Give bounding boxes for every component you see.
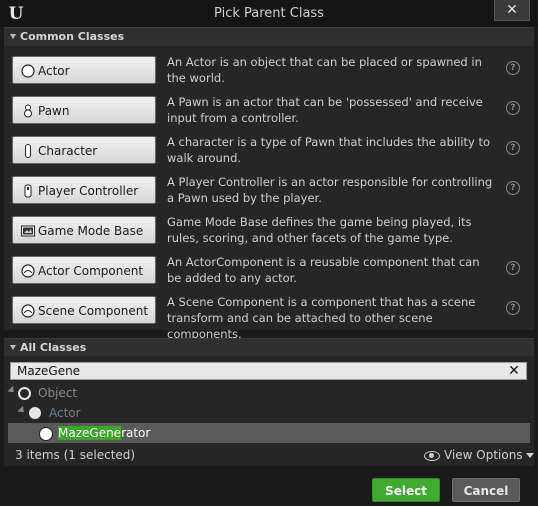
scene-component-button[interactable]: Scene Component <box>12 296 156 324</box>
scene-component-description: A Scene Component is a component that ha… <box>167 295 476 341</box>
help-icon[interactable]: ? <box>506 141 520 155</box>
help-icon[interactable]: ? <box>506 301 520 315</box>
pawn-button[interactable]: Pawn <box>12 96 156 124</box>
actor-component-button[interactable]: Actor Component <box>12 256 156 284</box>
item-count-status: 3 items (1 selected) <box>15 448 136 462</box>
help-icon[interactable]: ? <box>506 61 520 75</box>
player-controller-description: A Player Controller is an actor responsi… <box>167 175 493 205</box>
help-icon[interactable]: ? <box>506 261 520 275</box>
actor-component-description: An ActorComponent is a reusable componen… <box>167 255 480 285</box>
tree-item-actor[interactable]: Actor <box>4 403 534 423</box>
cancel-button[interactable]: Cancel <box>452 478 520 502</box>
tree-item-object[interactable]: Object <box>4 383 534 403</box>
actor-component-button-label: Actor Component <box>38 264 144 278</box>
eye-icon <box>424 450 440 461</box>
class-row-scene-component: Scene Component A Scene Component is a c… <box>12 295 522 341</box>
collapse-arrow-icon <box>10 34 16 39</box>
class-row-character: Character A character is a type of Pawn … <box>12 135 522 176</box>
sphere-icon <box>21 64 35 78</box>
scene-component-button-label: Scene Component <box>38 304 149 318</box>
chevron-down-icon <box>525 453 534 458</box>
search-match-highlight: MazeGene <box>58 426 122 440</box>
sphere-icon <box>29 407 41 419</box>
game-mode-base-button-label: Game Mode Base <box>38 224 144 238</box>
close-button[interactable]: ✕ <box>494 0 530 21</box>
class-row-player-controller: Player Controller A Player Controller is… <box>12 175 522 216</box>
tree-item-label: MazeGenerator <box>58 423 150 443</box>
pawn-button-label: Pawn <box>38 104 70 118</box>
class-row-pawn: Pawn A Pawn is an actor that can be 'pos… <box>12 95 522 136</box>
window-title: Pick Parent Class <box>214 6 324 21</box>
character-button-label: Character <box>38 144 98 158</box>
actor-button-label: Actor <box>38 64 70 78</box>
tree-item-label: Actor <box>49 406 81 420</box>
tree-item-label: Object <box>38 386 78 400</box>
expand-arrow-icon[interactable] <box>7 385 17 396</box>
player-controller-button[interactable]: Player Controller <box>12 176 156 204</box>
game-mode-base-description: Game Mode Base defines the game being pl… <box>167 215 472 245</box>
pawn-icon <box>24 104 32 118</box>
tree-item-maze-generator[interactable]: MazeGenerator <box>8 423 530 443</box>
class-row-game-mode-base: Game Mode Base Game Mode Base defines th… <box>12 215 522 256</box>
view-options-label: View Options <box>444 448 523 462</box>
controller-icon <box>24 184 32 198</box>
select-button[interactable]: Select <box>372 478 440 502</box>
common-classes-title: Common Classes <box>20 30 125 43</box>
scene-component-icon <box>21 304 35 318</box>
help-icon[interactable]: ? <box>506 101 520 115</box>
common-classes-header[interactable]: Common Classes <box>4 27 534 46</box>
help-icon[interactable]: ? <box>506 181 520 195</box>
character-description: A character is a type of Pawn that inclu… <box>167 135 490 165</box>
search-input-value: MazeGene <box>17 364 81 378</box>
all-classes-title: All Classes <box>20 341 87 354</box>
component-icon <box>21 264 35 278</box>
object-icon <box>18 387 31 400</box>
class-row-actor: Actor An Actor is an object that can be … <box>12 55 522 96</box>
expand-arrow-icon[interactable] <box>17 405 27 416</box>
sphere-icon <box>39 427 53 441</box>
clear-search-icon[interactable]: ✕ <box>506 363 522 379</box>
all-classes-header[interactable]: All Classes <box>4 338 534 357</box>
actor-description: An Actor is an object that can be placed… <box>167 55 482 85</box>
title-bar: U Pick Parent Class ✕ <box>0 0 538 27</box>
tree-item-label-rest: rator <box>121 426 151 440</box>
pawn-description: A Pawn is an actor that can be 'possesse… <box>167 95 483 125</box>
player-controller-button-label: Player Controller <box>38 184 139 198</box>
class-search-input[interactable]: MazeGene ✕ <box>10 362 527 380</box>
game-mode-base-button[interactable]: Game Mode Base <box>12 216 156 244</box>
collapse-arrow-icon <box>10 345 16 350</box>
actor-button[interactable]: Actor <box>12 56 156 84</box>
view-options-button[interactable]: View Options <box>424 448 534 462</box>
character-button[interactable]: Character <box>12 136 156 164</box>
character-icon <box>25 144 31 158</box>
class-row-actor-component: Actor Component An ActorComponent is a r… <box>12 255 522 296</box>
game-mode-icon <box>21 225 35 237</box>
